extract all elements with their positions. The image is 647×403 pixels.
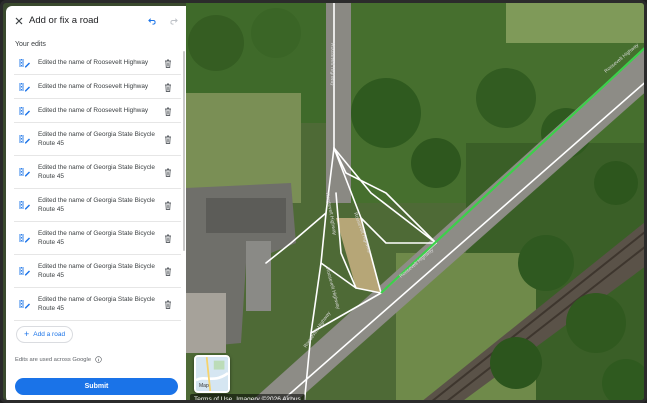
edit-road-panel: Add or fix a road Your edits Edited the … — [6, 6, 186, 400]
delete-icon[interactable] — [164, 168, 172, 177]
info-icon[interactable] — [95, 356, 102, 363]
edit-list-item[interactable]: Edited the name of Georgia State Bicycle… — [14, 123, 181, 156]
list-scrollbar[interactable] — [183, 51, 185, 251]
add-road-button[interactable]: + Add a road — [16, 326, 73, 343]
map-layer-toggle[interactable]: Map — [194, 355, 230, 393]
edit-description: Edited the name of Georgia State Bicycle… — [38, 263, 155, 279]
edit-road-icon — [19, 201, 30, 210]
edit-road-icon — [19, 300, 30, 309]
edits-note-text: Edits are used across Google — [15, 356, 92, 363]
road-label: Roosevelt Highway — [329, 43, 335, 86]
edit-list-item[interactable]: Edited the name of Roosevelt Highway — [14, 51, 181, 75]
delete-icon[interactable] — [164, 59, 172, 68]
edit-road-icon — [19, 59, 30, 68]
delete-icon[interactable] — [164, 201, 172, 210]
edit-road-icon — [19, 107, 30, 116]
edit-description: Edited the name of Georgia State Bicycle… — [38, 164, 155, 180]
delete-icon[interactable] — [164, 267, 172, 276]
edit-list-item[interactable]: Edited the name of Roosevelt Highway — [14, 75, 181, 99]
edit-list-item[interactable]: Edited the name of Georgia State Bicycle… — [14, 189, 181, 222]
edit-description: Edited the name of Georgia State Bicycle… — [38, 197, 155, 213]
delete-icon[interactable] — [164, 234, 172, 243]
edit-description: Edited the name of Roosevelt Highway — [38, 59, 149, 66]
submit-button[interactable]: Submit — [15, 378, 178, 395]
undo-icon[interactable] — [148, 16, 157, 25]
edit-list-item[interactable]: Edited the name of Georgia State Bicycle… — [14, 288, 181, 321]
map-attribution: Terms of Use Imagery ©2026 Airbus — [190, 394, 305, 403]
imagery-credit: Imagery ©2026 Airbus — [236, 395, 301, 403]
map-layer-label: Map — [199, 383, 209, 389]
redo-icon[interactable] — [169, 16, 178, 25]
close-icon[interactable] — [14, 16, 24, 26]
plus-icon: + — [24, 329, 30, 339]
panel-title: Add or fix a road — [29, 15, 99, 26]
your-edits-heading: Your edits — [15, 41, 46, 48]
add-road-label: Add a road — [33, 331, 66, 338]
delete-icon[interactable] — [164, 300, 172, 309]
edit-road-icon — [19, 168, 30, 177]
edit-description: Edited the name of Georgia State Bicycle… — [38, 230, 155, 246]
delete-icon[interactable] — [164, 135, 172, 144]
edit-description: Edited the name of Roosevelt Highway — [38, 83, 149, 90]
satellite-imagery: Roosevelt Highway Roosevelt Highway Roos… — [186, 3, 644, 400]
terms-of-use-link[interactable]: Terms of Use — [194, 396, 232, 401]
edit-road-icon — [19, 267, 30, 276]
edit-list-item[interactable]: Edited the name of Georgia State Bicycle… — [14, 156, 181, 189]
edit-description: Edited the name of Georgia State Bicycle… — [38, 296, 155, 312]
edits-list[interactable]: Edited the name of Roosevelt Highway Edi… — [14, 51, 181, 321]
panel-header: Add or fix a road — [6, 6, 186, 36]
edit-list-item[interactable]: Edited the name of Roosevelt Highway — [14, 99, 181, 123]
satellite-map[interactable]: Roosevelt Highway Roosevelt Highway Roos… — [186, 3, 644, 403]
edit-description: Edited the name of Georgia State Bicycle… — [38, 131, 155, 147]
delete-icon[interactable] — [164, 83, 172, 92]
app-window: Roosevelt Highway Roosevelt Highway Roos… — [0, 0, 647, 403]
edit-road-icon — [19, 135, 30, 144]
edit-road-icon — [19, 234, 30, 243]
edit-description: Edited the name of Roosevelt Highway — [38, 107, 149, 114]
edit-list-item[interactable]: Edited the name of Georgia State Bicycle… — [14, 222, 181, 255]
edits-note: Edits are used across Google — [15, 356, 102, 363]
delete-icon[interactable] — [164, 107, 172, 116]
submit-label: Submit — [84, 383, 109, 390]
edit-road-icon — [19, 83, 30, 92]
edit-list-item[interactable]: Edited the name of Georgia State Bicycle… — [14, 255, 181, 288]
